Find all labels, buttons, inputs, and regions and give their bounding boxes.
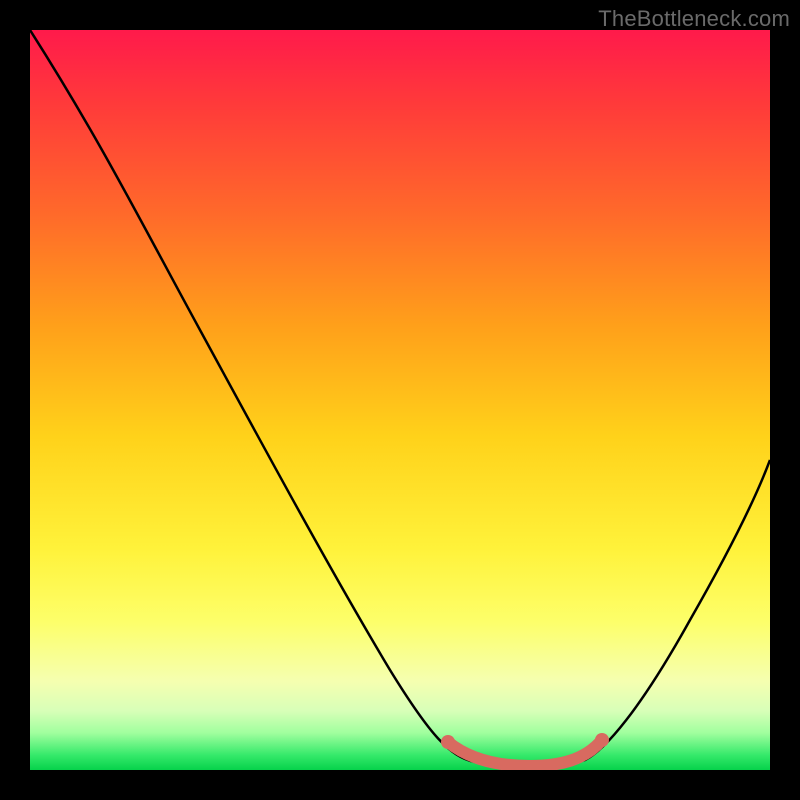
optimal-start-dot xyxy=(441,735,455,749)
curve-layer xyxy=(30,30,770,770)
bottleneck-curve xyxy=(30,30,770,766)
plot-area xyxy=(30,30,770,770)
optimal-band xyxy=(448,740,602,766)
watermark-text: TheBottleneck.com xyxy=(598,6,790,32)
chart-stage: TheBottleneck.com xyxy=(0,0,800,800)
optimal-end-dot xyxy=(595,733,609,747)
